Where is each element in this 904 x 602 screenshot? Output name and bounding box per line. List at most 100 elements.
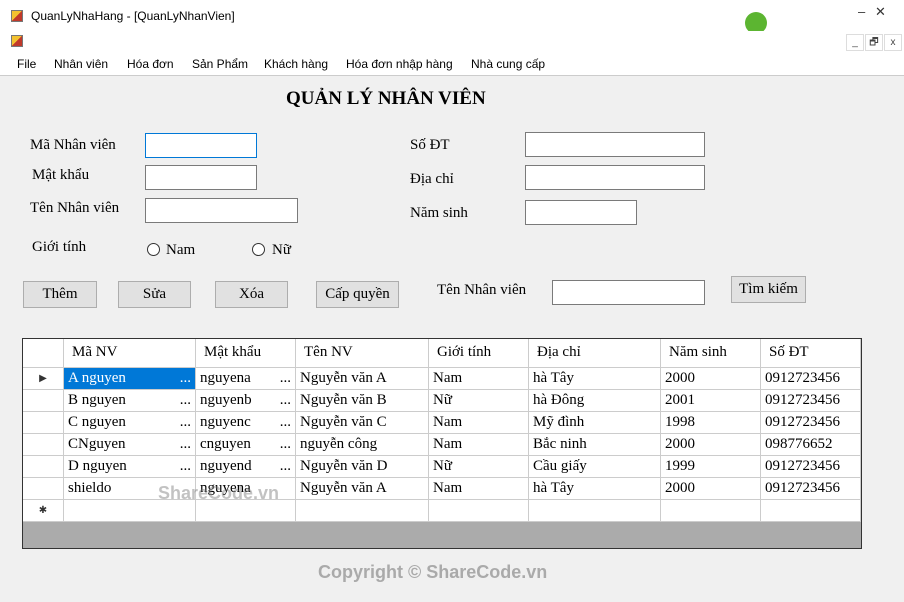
- cell-text: Nguyễn văn C: [300, 413, 387, 430]
- table-cell[interactable]: [760, 499, 861, 522]
- table-cell[interactable]: Nam: [428, 411, 529, 434]
- radio-nu[interactable]: [252, 243, 265, 256]
- table-row[interactable]: ▶ A nguyen... nguyena... Nguyễn văn A Nam hà …: [23, 367, 861, 390]
- table-cell[interactable]: 2001: [660, 389, 761, 412]
- search-input[interactable]: [552, 280, 705, 305]
- table-cell[interactable]: Nữ: [428, 389, 529, 412]
- table-cell[interactable]: 0912723456: [760, 477, 861, 500]
- table-row[interactable]: B nguyen... nguyenb... Nguyễn văn B Nữ hà Đô…: [23, 389, 861, 412]
- ten-nv-input[interactable]: [145, 198, 298, 223]
- column-header[interactable]: Mã NV: [63, 339, 196, 368]
- employee-grid[interactable]: Mã NV Mật khẩu Tên NV Giới tính Địa chỉ Năm s…: [22, 338, 862, 549]
- table-cell[interactable]: nguyend...: [195, 455, 296, 478]
- table-cell[interactable]: Bắc ninh: [528, 433, 661, 456]
- table-cell[interactable]: A nguyen...: [63, 367, 196, 390]
- table-cell[interactable]: 0912723456: [760, 455, 861, 478]
- xoa-button[interactable]: Xóa: [215, 281, 288, 308]
- table-cell[interactable]: [660, 499, 761, 522]
- child-close-button[interactable]: x: [884, 34, 902, 51]
- row-header[interactable]: [23, 389, 64, 412]
- table-row[interactable]: shieldo nguyena Nguyễn văn A Nam hà Tây 2000 0…: [23, 477, 861, 500]
- table-cell[interactable]: CNguyen...: [63, 433, 196, 456]
- table-cell[interactable]: 098776652: [760, 433, 861, 456]
- table-row[interactable]: C nguyen... nguyenc... Nguyễn văn C Nam Mỹ đ…: [23, 411, 861, 434]
- table-cell[interactable]: Nguyễn văn D: [295, 455, 429, 478]
- menu-hoa-don[interactable]: Hóa đơn: [127, 57, 174, 71]
- column-header[interactable]: Địa chỉ: [528, 339, 661, 368]
- menu-nhan-vien[interactable]: Nhân viên: [54, 57, 108, 71]
- column-header[interactable]: Mật khẩu: [195, 339, 296, 368]
- table-cell[interactable]: Cầu giấy: [528, 455, 661, 478]
- table-cell[interactable]: cnguyen...: [195, 433, 296, 456]
- table-cell[interactable]: 0912723456: [760, 411, 861, 434]
- table-cell[interactable]: 1999: [660, 455, 761, 478]
- table-cell[interactable]: 0912723456: [760, 389, 861, 412]
- table-cell[interactable]: Nam: [428, 433, 529, 456]
- mat-khau-input[interactable]: [145, 165, 257, 190]
- new-row-marker-icon[interactable]: ✱: [23, 499, 64, 522]
- table-cell[interactable]: D nguyen...: [63, 455, 196, 478]
- table-cell[interactable]: 2000: [660, 433, 761, 456]
- table-cell[interactable]: 1998: [660, 411, 761, 434]
- cap-quyen-button[interactable]: Cấp quyền: [316, 281, 399, 308]
- table-row[interactable]: CNguyen... cnguyen... nguyễn công Nam Bắc ni…: [23, 433, 861, 456]
- cell-text: 2000: [665, 479, 695, 496]
- table-cell[interactable]: nguyenb...: [195, 389, 296, 412]
- table-cell[interactable]: B nguyen...: [63, 389, 196, 412]
- table-cell[interactable]: Nam: [428, 367, 529, 390]
- row-header[interactable]: [23, 455, 64, 478]
- child-restore-button[interactable]: 🗗: [865, 34, 883, 51]
- table-cell[interactable]: hà Tây: [528, 477, 661, 500]
- menu-hoa-don-nhap-hang[interactable]: Hóa đơn nhập hàng: [346, 57, 453, 71]
- table-row[interactable]: D nguyen... nguyend... Nguyễn văn D Nữ Cầu g…: [23, 455, 861, 478]
- table-cell[interactable]: Nguyễn văn C: [295, 411, 429, 434]
- child-minimize-button[interactable]: _: [846, 34, 864, 51]
- column-header[interactable]: Giới tính: [428, 339, 529, 368]
- column-header[interactable]: Tên NV: [295, 339, 429, 368]
- window-title: QuanLyNhaHang - [QuanLyNhanVien]: [31, 9, 235, 23]
- row-header[interactable]: [23, 433, 64, 456]
- new-row[interactable]: ✱: [23, 499, 861, 522]
- menu-khach-hang[interactable]: Khách hàng: [264, 57, 328, 71]
- minimize-button[interactable]: –: [858, 4, 865, 19]
- table-cell[interactable]: nguyena...: [195, 367, 296, 390]
- table-cell[interactable]: [528, 499, 661, 522]
- dia-chi-input[interactable]: [525, 165, 705, 190]
- row-header[interactable]: [23, 477, 64, 500]
- radio-nam-label[interactable]: Nam: [166, 242, 195, 259]
- table-cell[interactable]: hà Tây: [528, 367, 661, 390]
- radio-nu-label[interactable]: Nữ: [272, 242, 291, 259]
- radio-nam[interactable]: [147, 243, 160, 256]
- table-cell[interactable]: 2000: [660, 477, 761, 500]
- tim-kiem-button[interactable]: Tìm kiếm: [731, 276, 806, 303]
- column-header[interactable]: Năm sinh: [660, 339, 761, 368]
- table-cell[interactable]: C nguyen...: [63, 411, 196, 434]
- ma-nv-input[interactable]: [145, 133, 257, 158]
- current-row-arrow-icon[interactable]: ▶: [23, 367, 64, 390]
- row-header[interactable]: [23, 411, 64, 434]
- so-dt-input[interactable]: [525, 132, 705, 157]
- close-button[interactable]: ✕: [875, 4, 886, 20]
- cell-text: shieldo: [68, 479, 112, 496]
- menu-file[interactable]: File: [17, 57, 36, 71]
- table-cell[interactable]: Nguyễn văn A: [295, 477, 429, 500]
- table-cell[interactable]: Nguyễn văn A: [295, 367, 429, 390]
- table-cell[interactable]: [295, 499, 429, 522]
- table-cell[interactable]: nguyenc...: [195, 411, 296, 434]
- table-cell[interactable]: nguyễn công: [295, 433, 429, 456]
- table-cell[interactable]: [428, 499, 529, 522]
- table-cell[interactable]: Nữ: [428, 455, 529, 478]
- sua-button[interactable]: Sửa: [118, 281, 191, 308]
- table-cell[interactable]: 2000: [660, 367, 761, 390]
- nam-sinh-input[interactable]: [525, 200, 637, 225]
- cell-text: nguyenb: [200, 391, 252, 408]
- column-header[interactable]: Số ĐT: [760, 339, 861, 368]
- menu-nha-cung-cap[interactable]: Nhà cung cấp: [471, 57, 545, 71]
- table-cell[interactable]: 0912723456: [760, 367, 861, 390]
- table-cell[interactable]: Mỹ đình: [528, 411, 661, 434]
- table-cell[interactable]: hà Đông: [528, 389, 661, 412]
- table-cell[interactable]: Nam: [428, 477, 529, 500]
- menu-san-pham[interactable]: Sản Phẩm: [192, 57, 248, 71]
- them-button[interactable]: Thêm: [23, 281, 97, 308]
- table-cell[interactable]: Nguyễn văn B: [295, 389, 429, 412]
